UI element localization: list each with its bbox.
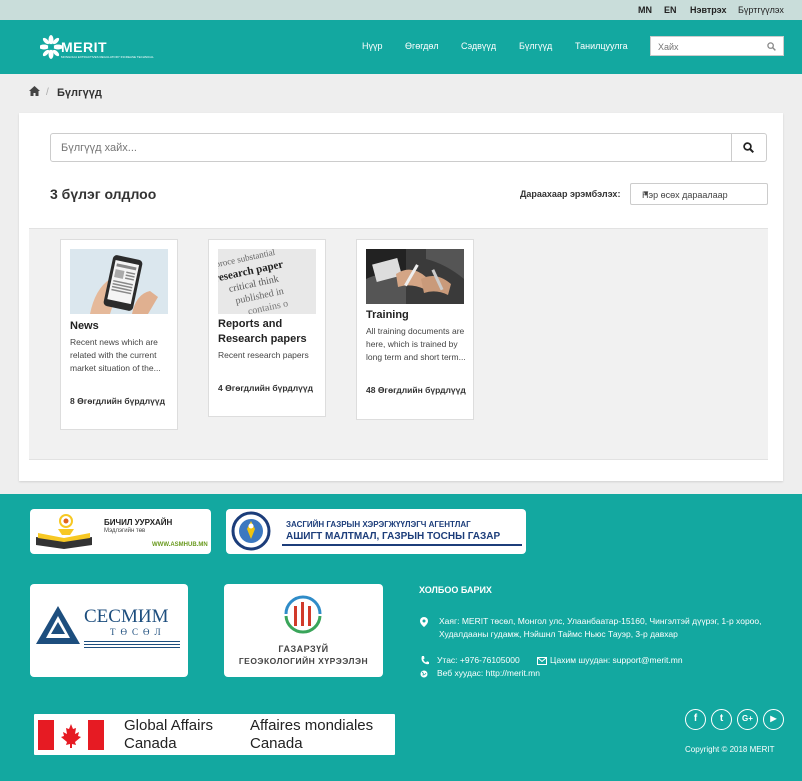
nav-home[interactable]: Нүүр (362, 41, 383, 51)
breadcrumb-separator: / (46, 87, 49, 98)
top-bar: MN EN Нэвтрэх Бүртгүүлэх (0, 0, 802, 20)
group-search (50, 133, 767, 162)
card-title[interactable]: Reports and Research papers (218, 317, 322, 347)
agency-line1: ЗАСГИЙН ГАЗРЫН ХЭРЭГЖҮҮЛЭГЧ АГЕНТЛАГ (286, 520, 471, 529)
open-book-icon (36, 514, 92, 549)
news-thumbnail (70, 249, 168, 314)
logo-text: MERIT (61, 39, 108, 55)
group-card-news[interactable]: News Recent news which are related with … (60, 239, 178, 430)
card-title[interactable]: News (70, 319, 174, 334)
logo-subtext: MONGOLIA EXTRACTIVES REGULATORY INCREASE… (61, 55, 154, 59)
header: MERIT MONGOLIA EXTRACTIVES REGULATORY IN… (0, 20, 802, 74)
sesmim-title: СЕСМИМ (84, 606, 169, 627)
home-icon[interactable] (29, 86, 40, 96)
card-description: Recent news which are related with the c… (70, 337, 161, 373)
contact-title: ХОЛБОО БАРИХ (419, 585, 492, 595)
facebook-icon[interactable]: f (685, 709, 706, 730)
contact-address: Хаяг: MERIT төсөл, Монгол улс, Улаанбаат… (439, 616, 762, 639)
card-count: 8 Өгөгдлийн бүрдлүүд (70, 396, 165, 406)
geo-line1: ГАЗАРЗҮЙ (278, 644, 329, 654)
nav-datasets[interactable]: Өгөгдөл (405, 41, 439, 51)
globe-icon (420, 670, 428, 678)
gac-english-line2: Canada (124, 735, 177, 752)
mrpam-emblem-icon (231, 511, 271, 551)
twitter-icon[interactable]: t (711, 709, 732, 730)
merit-flower-icon (40, 35, 62, 59)
agency-line2: АШИГТ МАЛТМАЛ, ГАЗРЫН ТОСНЫ ГАЗАР (286, 531, 501, 542)
lang-en-link[interactable]: EN (664, 5, 677, 15)
geo-line2: ГЕОЭКОЛОГИЙН ХҮРЭЭЛЭН (238, 656, 369, 666)
gac-english-line1: Global Affairs (124, 717, 213, 734)
sesmim-subtitle: ТӨСӨЛ (110, 627, 166, 637)
group-search-button[interactable] (731, 134, 766, 161)
asmhub-title: БИЧИЛ УУРХАЙН (104, 518, 173, 527)
result-count-title: 3 бүлэг олдлоо (50, 186, 157, 202)
card-description: All training documents are here, which i… (366, 326, 466, 362)
group-card-training[interactable]: Training All training documents are here… (356, 239, 474, 420)
sort-label: Дараахаар эрэмбэлэх: (520, 189, 621, 199)
envelope-icon (537, 657, 547, 665)
main-content: 3 бүлэг олдлоо Дараахаар эрэмбэлэх: Нэр … (19, 113, 783, 481)
asmhub-subtitle: Мэдлэгийн төв (104, 528, 146, 534)
partner-global-affairs-canada-logo[interactable]: Global Affairs Canada Affaires mondiales… (34, 714, 395, 755)
search-icon[interactable] (767, 42, 776, 51)
training-thumbnail (366, 249, 464, 304)
contact-phone: Утас: +976-76105000 (437, 655, 520, 665)
geoecology-emblem-icon (284, 595, 322, 634)
search-icon (743, 142, 754, 153)
contact-email[interactable]: Цахим шуудан: support@merit.mn (550, 654, 683, 667)
header-search (650, 36, 784, 56)
partner-geoecology-logo[interactable]: ГАЗАРЗҮЙ ГЕОЭКОЛОГИЙН ХҮРЭЭЛЭН (224, 584, 383, 677)
merit-logo[interactable]: MERIT MONGOLIA EXTRACTIVES REGULATORY IN… (40, 30, 154, 64)
lang-mn-link[interactable]: MN (638, 5, 652, 15)
header-search-input[interactable] (651, 38, 761, 56)
register-link[interactable]: Бүртгүүлэх (738, 5, 784, 15)
sort-select[interactable]: Нэр өсөх дараалаар ▼ (630, 183, 768, 205)
map-marker-icon (420, 617, 428, 627)
sesmim-emblem-icon (36, 606, 80, 644)
breadcrumb-current: Бүлгүүд (57, 87, 102, 99)
card-count: 4 Өгөгдлийн бүрдлүүд (218, 383, 313, 393)
contact-website[interactable]: Веб хуудас: http://merit.mn (437, 667, 540, 680)
group-search-input[interactable] (51, 134, 721, 161)
phone-icon (421, 656, 429, 665)
card-description: Recent research papers (218, 350, 309, 360)
groups-grid: News Recent news which are related with … (29, 228, 768, 460)
nav-topics[interactable]: Сэдвүүд (461, 41, 496, 51)
nav-about[interactable]: Танилцуулга (575, 41, 628, 51)
partner-sesmim-logo[interactable]: СЕСМИМ ТӨСӨЛ (30, 584, 188, 677)
gac-french-line2: Canada (250, 735, 303, 752)
gac-french-line1: Affaires mondiales (250, 717, 374, 734)
youtube-icon[interactable]: ▶ (763, 709, 784, 730)
footer: БИЧИЛ УУРХАЙН Мэдлэгийн төв WWW.ASMHUB.M… (0, 494, 802, 781)
google-plus-icon[interactable]: G+ (737, 709, 758, 730)
nav-groups[interactable]: Бүлгүүд (519, 41, 552, 51)
dropdown-caret-icon: ▼ (642, 189, 650, 198)
login-link[interactable]: Нэвтрэх (690, 5, 727, 15)
card-count: 48 Өгөгдлийн бүрдлүүд (366, 385, 466, 395)
copyright: Copyright © 2018 MERIT (685, 745, 775, 754)
research-paper-thumbnail: proce substantial research paper critica… (218, 249, 316, 314)
card-title[interactable]: Training (366, 308, 470, 323)
group-card-reports[interactable]: proce substantial research paper critica… (208, 239, 326, 417)
partner-asmhub-logo[interactable]: БИЧИЛ УУРХАЙН Мэдлэгийн төв WWW.ASMHUB.M… (30, 509, 211, 554)
canada-flag-icon (38, 720, 104, 750)
partner-mrpam-logo[interactable]: ЗАСГИЙН ГАЗРЫН ХЭРЭГЖҮҮЛЭГЧ АГЕНТЛАГ АШИ… (226, 509, 526, 554)
asmhub-url: WWW.ASMHUB.MN (152, 542, 208, 548)
